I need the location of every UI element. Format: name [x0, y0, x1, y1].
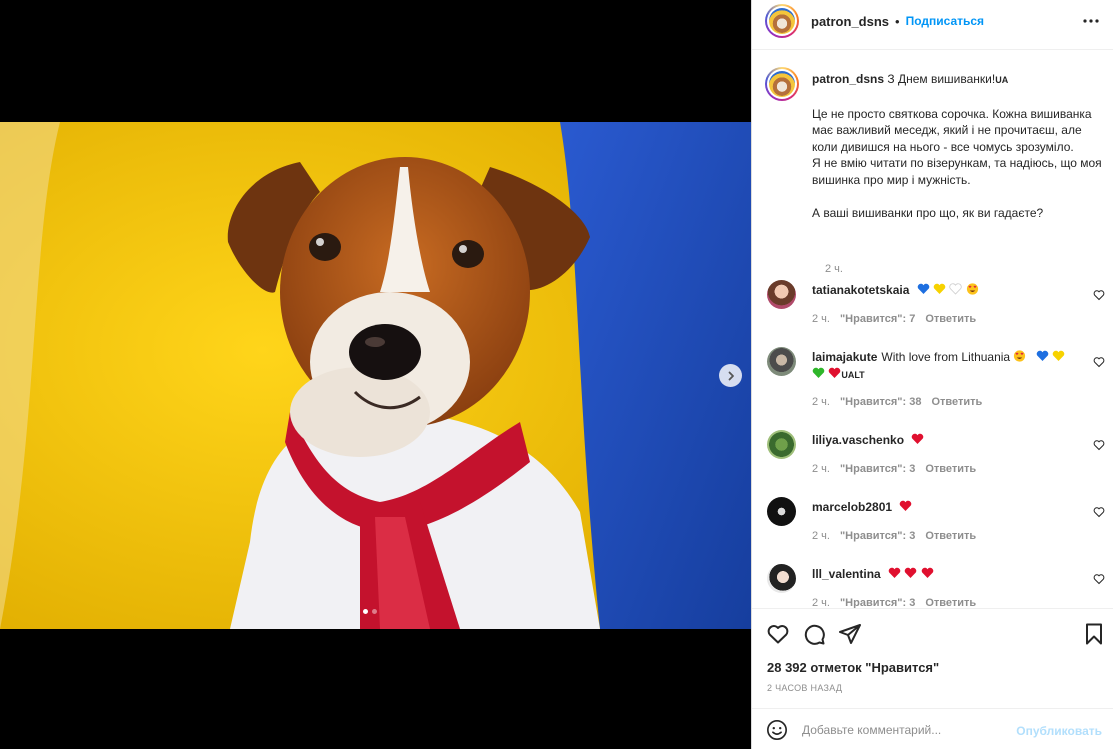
comment-extra-text: UALT	[841, 370, 865, 380]
like-heart-icon[interactable]	[766, 622, 790, 646]
post-photo[interactable]: patron_dsns	[0, 122, 751, 629]
carousel-dot	[372, 609, 377, 614]
green-heart-icon	[812, 367, 825, 378]
comment-meta: 2 ч. "Нравится": 3 Ответить	[812, 530, 976, 542]
red-heart-icon	[912, 433, 924, 444]
caption-text: Це не просто святкова сорочка. Кожна виш…	[812, 106, 1102, 220]
media-panel: patron_dsns	[0, 0, 751, 749]
publish-comment-button[interactable]: Опубликовать	[1016, 724, 1102, 738]
emoji-smile-icon[interactable]	[766, 719, 788, 741]
like-comment-icon[interactable]	[1093, 289, 1105, 301]
heart-eyes-icon	[966, 283, 978, 295]
reply-button[interactable]: Ответить	[925, 463, 976, 475]
caption-headline: З Днем вишиванки!	[887, 72, 996, 86]
comment-username[interactable]: liliya.vaschenko	[812, 433, 904, 447]
dog-in-vyshyvanka-photo	[0, 122, 751, 629]
commenter-avatar[interactable]	[767, 347, 796, 376]
yellow-heart-icon	[1052, 350, 1065, 361]
comment-username[interactable]: lll_valentina	[812, 567, 881, 581]
caption-username[interactable]: patron_dsns	[812, 72, 884, 86]
ua-flag-text: UA	[995, 75, 1009, 85]
yellow-heart-icon	[933, 283, 946, 294]
comment-username[interactable]: laimajakute	[812, 350, 877, 364]
post-time-ago: 2 ЧАСОВ НАЗАД	[767, 683, 843, 693]
share-send-icon[interactable]	[838, 622, 862, 646]
reply-button[interactable]: Ответить	[925, 530, 976, 542]
red-heart-icon	[905, 567, 917, 578]
comment-body: tatianakotetskaia	[812, 282, 1077, 299]
post-header: patron_dsns • Подписаться	[752, 0, 1113, 42]
author-username[interactable]: patron_dsns	[811, 14, 889, 29]
chevron-right-icon	[728, 371, 734, 380]
more-options-icon[interactable]	[1082, 12, 1100, 30]
comment-meta: 2 ч. "Нравится": 3 Ответить	[812, 597, 976, 608]
comment-time: 2 ч.	[812, 530, 830, 542]
comment-bubble-icon[interactable]	[802, 622, 826, 646]
carousel-next-button[interactable]	[719, 364, 742, 387]
heart-eyes-icon	[1014, 350, 1026, 362]
actions-divider	[752, 608, 1113, 609]
comment-input[interactable]	[802, 717, 1012, 743]
comment-time: 2 ч.	[812, 597, 830, 608]
carousel-indicator	[363, 609, 377, 614]
blue-heart-icon	[1036, 350, 1049, 361]
red-heart-icon	[921, 567, 934, 578]
add-comment-bar: Опубликовать	[752, 709, 1113, 749]
red-heart-icon	[888, 567, 901, 578]
like-comment-icon[interactable]	[1093, 439, 1105, 451]
comment-body: marcelob2801	[812, 499, 1077, 516]
blue-heart-icon	[917, 283, 930, 294]
carousel-dot-active	[363, 609, 368, 614]
header-separator: •	[895, 13, 900, 29]
follow-button[interactable]: Подписаться	[906, 14, 984, 28]
like-comment-icon[interactable]	[1093, 573, 1105, 585]
red-heart-icon	[900, 500, 912, 511]
likes-count[interactable]: 28 392 отметок "Нравится"	[767, 660, 939, 675]
post-actions	[766, 622, 1106, 646]
comment-time: 2 ч.	[812, 313, 830, 325]
author-avatar[interactable]	[765, 4, 799, 38]
comment-time: 2 ч.	[812, 463, 830, 475]
comment-meta: 2 ч. "Нравится": 38 Ответить	[812, 396, 982, 408]
commenter-avatar[interactable]	[767, 497, 796, 526]
comment-likes[interactable]: "Нравится": 38	[840, 396, 921, 408]
comment-likes[interactable]: "Нравится": 3	[840, 463, 915, 475]
comment-time: 2 ч.	[812, 396, 830, 408]
commenter-avatar[interactable]	[767, 564, 796, 593]
reply-button[interactable]: Ответить	[925, 313, 976, 325]
comment-body: liliya.vaschenko	[812, 432, 1077, 449]
comment-text: With love from Lithuania	[881, 350, 1011, 364]
comment-likes[interactable]: "Нравится": 7	[840, 313, 915, 325]
like-comment-icon[interactable]	[1093, 356, 1105, 368]
caption-time: 2 ч.	[825, 263, 843, 275]
comment-body: laimajakute With love from Lithuania UALT	[812, 349, 1077, 384]
comment-body: lll_valentina	[812, 566, 1077, 583]
comment-likes[interactable]: "Нравится": 3	[840, 530, 915, 542]
commenter-avatar[interactable]	[767, 280, 796, 309]
caption-body: patron_dsns З Днем вишиванки!UA Це не пр…	[812, 71, 1102, 221]
comment-meta: 2 ч. "Нравится": 7 Ответить	[812, 313, 976, 325]
bookmark-icon[interactable]	[1082, 622, 1106, 646]
comments-scroll-area[interactable]: patron_dsns З Днем вишиванки!UA Це не пр…	[752, 50, 1113, 608]
comment-meta: 2 ч. "Нравится": 3 Ответить	[812, 463, 976, 475]
comment-username[interactable]: marcelob2801	[812, 500, 892, 514]
post-sidebar: patron_dsns • Подписаться patron_dsns З …	[751, 0, 1113, 749]
reply-button[interactable]: Ответить	[925, 597, 976, 608]
caption-avatar[interactable]	[765, 67, 799, 101]
commenter-avatar[interactable]	[767, 430, 796, 459]
red-heart-icon	[829, 367, 841, 378]
white-heart-icon	[949, 283, 963, 295]
like-comment-icon[interactable]	[1093, 506, 1105, 518]
comment-likes[interactable]: "Нравится": 3	[840, 597, 915, 608]
reply-button[interactable]: Ответить	[931, 396, 982, 408]
comment-username[interactable]: tatianakotetskaia	[812, 283, 909, 297]
